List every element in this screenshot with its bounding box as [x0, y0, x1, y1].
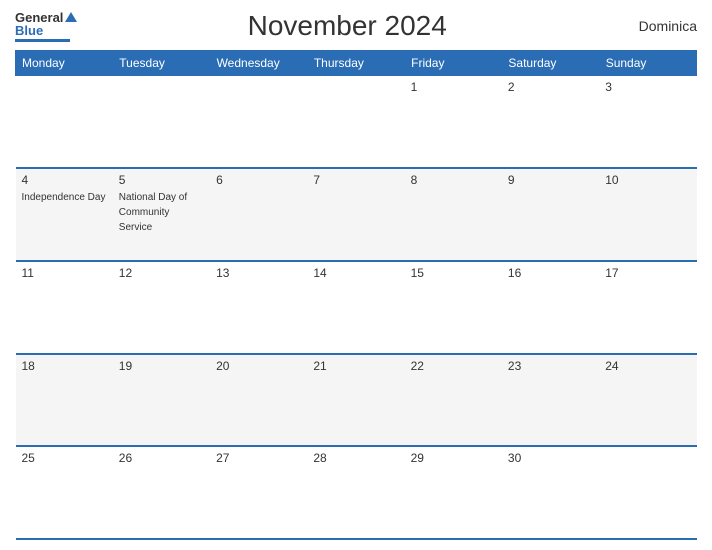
calendar-cell: 20: [210, 354, 307, 447]
header-wednesday: Wednesday: [210, 51, 307, 76]
calendar-cell: [16, 76, 113, 169]
calendar-week-row: 11 12 13 14 15 16 17: [16, 261, 697, 354]
calendar-cell: 21: [307, 354, 404, 447]
calendar-week-row: 25 26 27 28 29 30: [16, 446, 697, 539]
calendar-table: Monday Tuesday Wednesday Thursday Friday…: [15, 50, 697, 540]
day-number: 13: [216, 266, 301, 280]
calendar-cell: 16: [502, 261, 599, 354]
calendar-cell: 12: [113, 261, 210, 354]
day-number: 2: [508, 80, 593, 94]
calendar-cell: 17: [599, 261, 696, 354]
logo-blue-text: Blue: [15, 24, 43, 37]
logo: General Blue: [15, 11, 77, 42]
calendar-cell: 11: [16, 261, 113, 354]
calendar-cell: 24: [599, 354, 696, 447]
calendar-title: November 2024: [77, 10, 617, 42]
calendar-week-row: 4 Independence Day 5 National Day of Commun…: [16, 168, 697, 261]
calendar-cell: 4 Independence Day: [16, 168, 113, 261]
day-number: 20: [216, 359, 301, 373]
calendar-cell: 19: [113, 354, 210, 447]
calendar-cell: 14: [307, 261, 404, 354]
calendar-cell: 26: [113, 446, 210, 539]
calendar-cell: 6: [210, 168, 307, 261]
day-number: 6: [216, 173, 301, 187]
calendar-cell: [210, 76, 307, 169]
calendar-cell: 9: [502, 168, 599, 261]
header-tuesday: Tuesday: [113, 51, 210, 76]
day-number: 23: [508, 359, 593, 373]
calendar-week-row: 123: [16, 76, 697, 169]
calendar-cell: 15: [405, 261, 502, 354]
calendar-cell: 25: [16, 446, 113, 539]
calendar-cell: 2: [502, 76, 599, 169]
day-number: 22: [411, 359, 496, 373]
day-number: 19: [119, 359, 204, 373]
day-number: 14: [313, 266, 398, 280]
day-number: 18: [22, 359, 107, 373]
header-thursday: Thursday: [307, 51, 404, 76]
header-friday: Friday: [405, 51, 502, 76]
day-number: 21: [313, 359, 398, 373]
day-number: 16: [508, 266, 593, 280]
logo-general-text: General: [15, 11, 63, 24]
day-number: 9: [508, 173, 593, 187]
calendar-cell: 13: [210, 261, 307, 354]
header-sunday: Sunday: [599, 51, 696, 76]
day-number: 12: [119, 266, 204, 280]
calendar-cell: 18: [16, 354, 113, 447]
logo-underline: [15, 39, 70, 42]
calendar-cell: 28: [307, 446, 404, 539]
day-number: 26: [119, 451, 204, 465]
calendar-cell: 10: [599, 168, 696, 261]
header-saturday: Saturday: [502, 51, 599, 76]
day-number: 10: [605, 173, 690, 187]
day-number: 5: [119, 173, 204, 187]
event-label: National Day of Community Service: [119, 192, 187, 233]
day-number: 3: [605, 80, 690, 94]
day-number: 30: [508, 451, 593, 465]
calendar-cell: 27: [210, 446, 307, 539]
day-number: 17: [605, 266, 690, 280]
event-label: Independence Day: [22, 192, 106, 203]
calendar-cell: 1: [405, 76, 502, 169]
calendar-cell: 30: [502, 446, 599, 539]
day-number: 29: [411, 451, 496, 465]
calendar-week-row: 18 19 20 21 22 23 24: [16, 354, 697, 447]
calendar-cell: [307, 76, 404, 169]
calendar-cell: [113, 76, 210, 169]
calendar-page: General Blue November 2024 Dominica Mond…: [0, 0, 712, 550]
day-number: 24: [605, 359, 690, 373]
calendar-cell: 3: [599, 76, 696, 169]
day-number: 25: [22, 451, 107, 465]
day-number: 8: [411, 173, 496, 187]
day-number: 15: [411, 266, 496, 280]
calendar-cell: 5 National Day of Community Service: [113, 168, 210, 261]
day-number: 1: [411, 80, 496, 94]
calendar-cell: [599, 446, 696, 539]
weekday-header-row: Monday Tuesday Wednesday Thursday Friday…: [16, 51, 697, 76]
calendar-cell: 22: [405, 354, 502, 447]
day-number: 11: [22, 266, 107, 280]
calendar-cell: 8: [405, 168, 502, 261]
day-number: 4: [22, 173, 107, 187]
day-number: 27: [216, 451, 301, 465]
header-monday: Monday: [16, 51, 113, 76]
calendar-header: General Blue November 2024 Dominica: [15, 10, 697, 42]
logo-triangle-icon: [65, 12, 77, 22]
calendar-cell: 23: [502, 354, 599, 447]
country-name: Dominica: [617, 18, 697, 34]
day-number: 28: [313, 451, 398, 465]
day-number: 7: [313, 173, 398, 187]
calendar-cell: 7: [307, 168, 404, 261]
calendar-cell: 29: [405, 446, 502, 539]
